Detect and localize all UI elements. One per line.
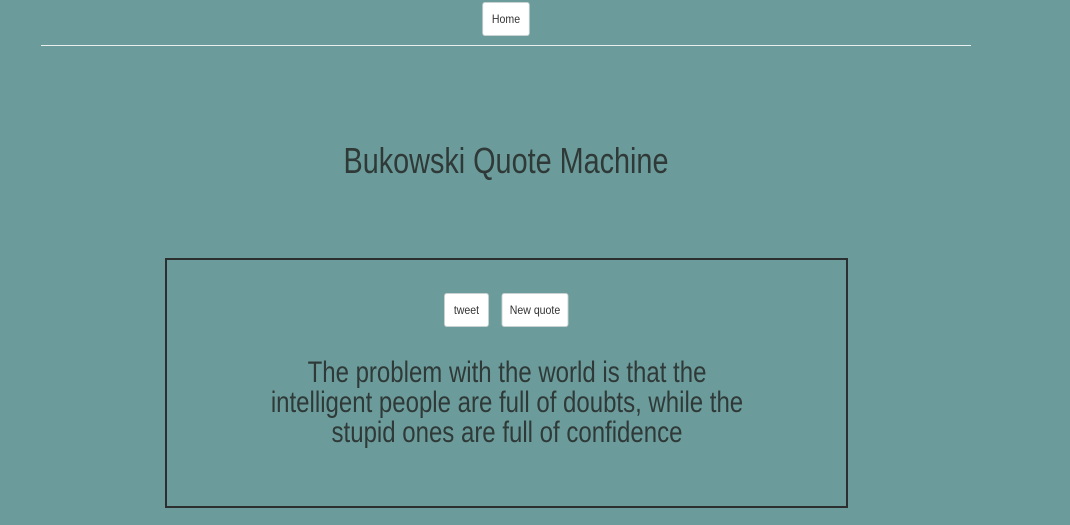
- home-button[interactable]: Home: [482, 2, 530, 36]
- page-title: Bukowski Quote Machine: [343, 140, 669, 181]
- quote-text: The problem with the world is that the i…: [270, 356, 744, 449]
- top-nav: Home: [0, 0, 1070, 46]
- new-quote-button[interactable]: New quote: [501, 293, 569, 327]
- quote-box: tweet New quote The problem with the wor…: [165, 258, 848, 508]
- tweet-button[interactable]: tweet: [444, 293, 489, 327]
- nav-divider: [41, 45, 971, 46]
